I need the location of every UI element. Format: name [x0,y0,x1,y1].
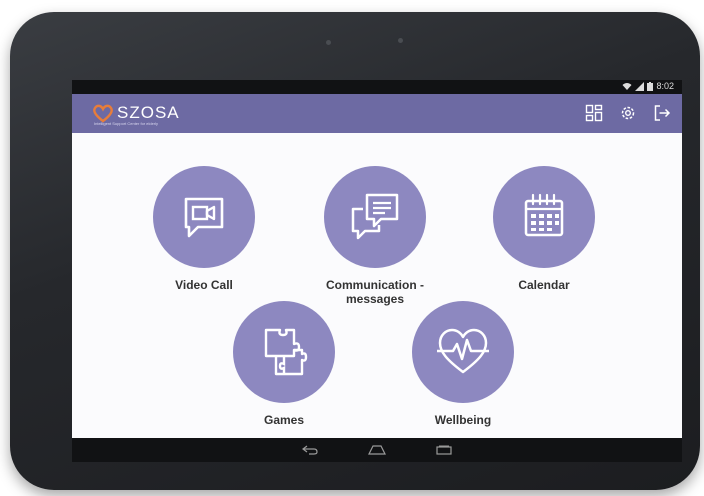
tile-wellbeing[interactable]: Wellbeing [393,301,533,427]
tile-calendar[interactable]: Calendar [474,166,614,292]
gear-icon [621,106,635,120]
settings-button[interactable] [618,103,638,123]
android-navigation-bar [72,438,682,462]
signal-icon [635,81,645,91]
layout-button[interactable] [584,103,604,123]
battery-icon [647,81,654,91]
puzzle-icon [264,328,308,376]
status-bar: 8:02 [72,80,682,94]
logo-text: SZOSA [117,103,180,122]
back-icon[interactable] [302,445,318,455]
status-time: 8:02 [656,81,674,91]
tile-label: Video Call [175,278,233,292]
home-icon[interactable] [368,445,386,455]
wellbeing-icon-circle [412,301,514,403]
recent-apps-icon[interactable] [436,445,452,455]
logout-button[interactable] [652,103,672,123]
logo-subtitle: Intelligent Support Center for elderly [94,121,159,126]
front-camera [326,40,331,45]
chat-bubbles-icon [351,193,399,240]
sensor [398,38,403,43]
grid-icon [585,104,603,122]
calendar-icon-circle [493,166,595,268]
home-content: Video Call Communication - messages Cale… [72,133,682,438]
tile-label: Wellbeing [434,413,492,427]
heartbeat-icon [437,328,489,374]
games-icon-circle [233,301,335,403]
calendar-icon [524,193,564,237]
screen: 8:02 SZOSA Intelligent Support Center fo… [72,80,682,462]
video-call-icon [184,197,224,238]
tile-video-call[interactable]: Video Call [134,166,274,292]
logout-icon [654,105,671,121]
tile-label: Calendar [518,278,570,292]
tile-label: Games [263,413,305,427]
wifi-icon [622,82,632,90]
heart-logo-icon [93,104,113,123]
tablet-device: 8:02 SZOSA Intelligent Support Center fo… [10,12,700,490]
tile-games[interactable]: Games [214,301,354,427]
app-bar: SZOSA Intelligent Support Center for eld… [72,94,682,133]
video-call-icon-circle [153,166,255,268]
tile-communication-messages[interactable]: Communication - messages [305,166,445,306]
chat-icon-circle [324,166,426,268]
